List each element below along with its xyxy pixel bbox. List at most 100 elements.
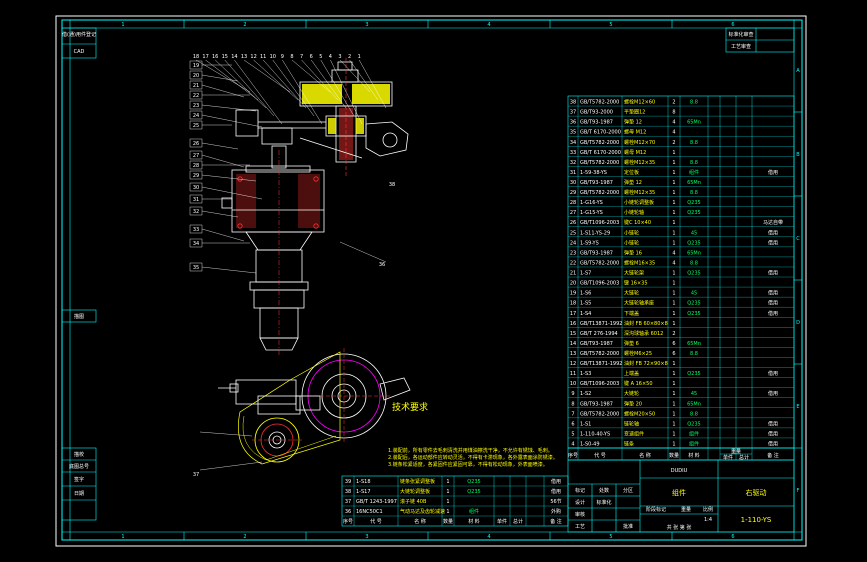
callout-top-5: 5 [319, 54, 322, 60]
bom-row-code: 1-110-40-YS [580, 431, 610, 437]
bom-bottom-no: 38 [345, 489, 351, 495]
callout-left-20: 20 [193, 73, 199, 79]
bom-row-code: GB/T5782-2000 [580, 260, 619, 266]
callout-top-12: 12 [250, 54, 256, 60]
bom-row-name: 螺栓M16×35 [624, 259, 655, 266]
bom-bottom-header-no: 序号 [343, 518, 353, 525]
bom-row-name: 螺母 M12 [624, 129, 646, 136]
bom-row-no: 35 [570, 130, 576, 136]
bom-row-qty: 1 [672, 190, 675, 196]
grid-right-label: A [796, 68, 800, 74]
bom-row-qty: 1 [672, 220, 675, 226]
bom-row-name: 弹垫 20 [624, 400, 642, 407]
grid-top-label: 6 [731, 22, 734, 28]
bom-row-no: 9 [571, 391, 574, 397]
bom-row-code: GB/T5782-2000 [580, 140, 619, 146]
bom-row-name: 键 A 16×50 [624, 380, 653, 387]
callout-left-33: 33 [193, 227, 199, 233]
callout-left-23: 23 [193, 103, 199, 109]
bom-row-no: 29 [570, 190, 576, 196]
bom-row-qty: 1 [672, 311, 675, 317]
callout-top-16: 16 [212, 54, 218, 60]
bom-bottom-code: 1-S18 [356, 479, 371, 485]
bom-row-code: GB/T13871-1992 [580, 321, 622, 327]
bom-row-no: 5 [571, 431, 574, 437]
bom-row-name: 大链轮架 [624, 270, 644, 277]
bom-row-no: 32 [570, 160, 576, 166]
callout-top-2: 2 [348, 54, 351, 60]
bom-row-mat: 8.8 [690, 190, 698, 196]
bom-bottom-header-total: 总计 [513, 518, 523, 525]
bom-row-note: 马达自带 [763, 219, 783, 226]
bom-header-code: 代 号 [594, 452, 606, 459]
bom-row-name: 键C 10×40 [624, 219, 651, 226]
role-label-0: 设计 [575, 499, 585, 506]
rev-label-2: 分区 [623, 487, 633, 494]
bom-row-qty: 4 [672, 250, 675, 256]
callout-left-30: 30 [193, 185, 199, 191]
bom-row-qty: 1 [672, 411, 675, 417]
bom-row-name: 弹垫 16 [624, 249, 642, 256]
rev-label-1: 处数 [599, 487, 609, 494]
grid-bottom-label: 1 [121, 534, 124, 540]
bom-bottom-mat: 组件 [469, 508, 479, 515]
bom-row-code: 1-S7 [580, 271, 591, 277]
bom-row-mat: 8.8 [690, 140, 698, 146]
grid-top-label: 1 [121, 22, 124, 28]
bom-row-code: 1-G15-YS [580, 210, 603, 216]
callout-top-14: 14 [231, 54, 237, 60]
bom-row-name: 螺栓M20×50 [624, 410, 655, 417]
bom-row-qty: 1 [672, 361, 675, 367]
bom-row-code: GB/T 276-1994 [580, 331, 618, 337]
bom-row-mat: Q235 [687, 301, 700, 307]
review-label-1: 工艺审查 [731, 43, 751, 50]
bom-bottom-note: 借用 [551, 478, 561, 485]
bom-bottom-note: 借用 [551, 488, 561, 495]
callout-left-24: 24 [193, 113, 199, 119]
callout-top-10: 10 [270, 54, 276, 60]
grid-bottom-label: 5 [609, 534, 612, 540]
bom-row-name: 大链轮轴承座 [624, 300, 654, 307]
title-drawing-name: 右驱动 [746, 488, 767, 497]
bom-row-name: 螺栓M12×60 [624, 99, 655, 106]
bom-row-code: 1-S11-YS-29 [580, 230, 610, 236]
bom-row-note: 借用 [768, 430, 778, 437]
bom-bottom-header-unit: 单件 [497, 518, 507, 525]
bom-row-code: GB/T5782-2000 [580, 160, 619, 166]
cad-drawing-canvas: 123456 123456 ABCDEF 借(通)用件登记 CAD 描图 描校 … [0, 0, 867, 562]
bom-row-no: 16 [570, 321, 576, 327]
bom-row-name: 小链轮调整板 [624, 199, 654, 206]
grid-right-label: D [796, 320, 800, 326]
bom-header-qty: 数量 [669, 452, 679, 459]
callout-left-29: 29 [193, 173, 199, 179]
bom-row-code: GB/T93-1987 [580, 250, 613, 256]
bom-row-mat: 45 [691, 391, 697, 397]
bom-bottom-qty: 1 [446, 479, 449, 485]
callout-left-31: 31 [193, 197, 199, 203]
bom-row-code: GB/T13871-1992 [580, 361, 622, 367]
bom-row-code: GB/T 6170-2000 [580, 130, 621, 136]
bom-bottom-header-mat: 材 料 [468, 518, 480, 525]
bom-header-no: 序号 [568, 452, 578, 459]
bom-row-code: GB/T5782-2000 [580, 351, 619, 357]
bom-row-qty: 1 [672, 391, 675, 397]
bom-row-code: 1-S3 [580, 371, 591, 377]
bom-row-note: 借用 [768, 270, 778, 277]
bom-header-mat: 材 料 [688, 452, 700, 459]
bom-row-code: 1-S2 [580, 391, 591, 397]
title-part-name: 组件 [672, 488, 686, 497]
bom-row-no: 6 [571, 421, 574, 427]
bom-row-mat: 组件 [689, 430, 699, 437]
bom-row-code: GB/T1096-2003 [580, 281, 619, 287]
bom-row-note: 借用 [768, 300, 778, 307]
bom-row-mat: 65Mn [687, 401, 701, 407]
bom-bottom-note: 外购 [551, 508, 561, 515]
callout-left-32: 32 [193, 209, 199, 215]
bom-row-mat: 组件 [689, 441, 699, 448]
bom-row-code: 1-S6 [580, 291, 591, 297]
bom-row-no: 37 [570, 110, 576, 116]
bom-row-name: 大链轮 [624, 290, 639, 297]
bom-row-code: 1-S1 [580, 421, 591, 427]
bom-row-qty: 2 [672, 100, 675, 106]
bom-row-code: 1-S9-YS [580, 240, 599, 246]
